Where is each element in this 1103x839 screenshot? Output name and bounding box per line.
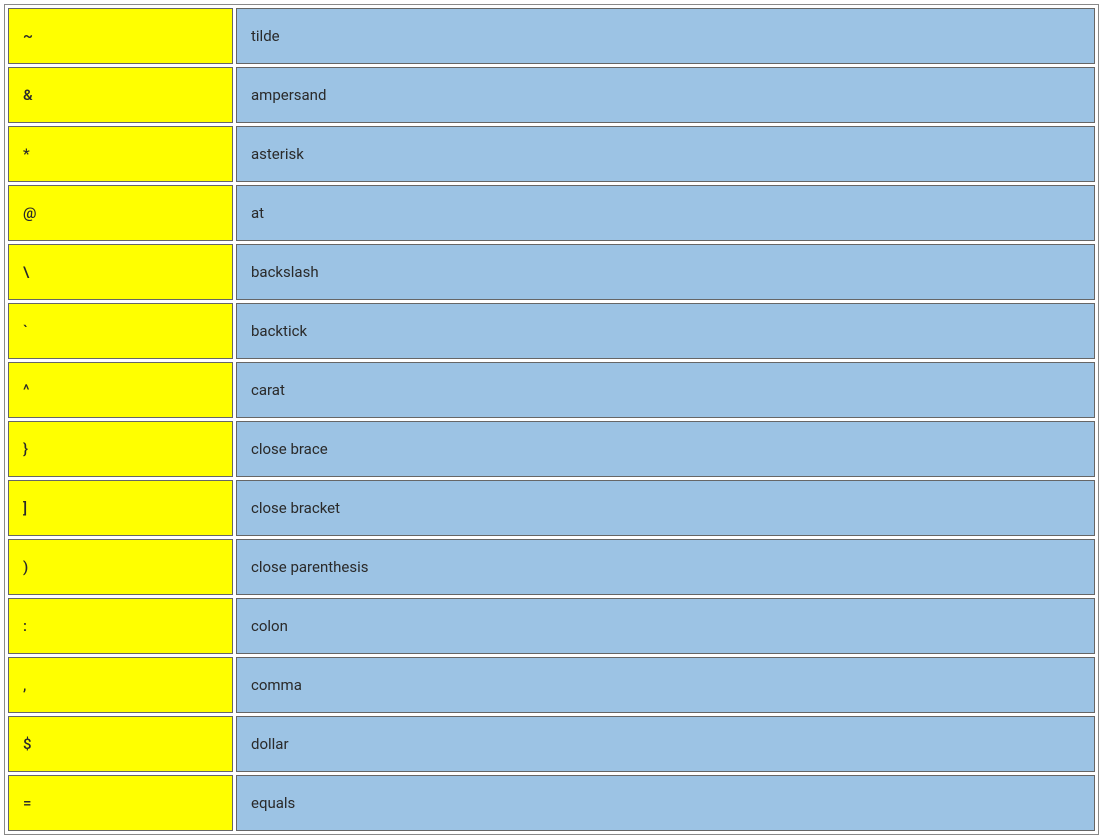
name-cell: backtick xyxy=(236,303,1095,359)
table-body: ~ tilde & ampersand * asterisk @ at \ ba… xyxy=(8,8,1095,831)
table-row: & ampersand xyxy=(8,67,1095,123)
symbol-cell: ) xyxy=(8,539,233,595)
name-cell: carat xyxy=(236,362,1095,418)
table-row: @ at xyxy=(8,185,1095,241)
name-cell: at xyxy=(236,185,1095,241)
symbol-cell: , xyxy=(8,657,233,713)
table-row: $ dollar xyxy=(8,716,1095,772)
name-cell: comma xyxy=(236,657,1095,713)
symbol-cell: ` xyxy=(8,303,233,359)
name-cell: dollar xyxy=(236,716,1095,772)
symbol-cell: ~ xyxy=(8,8,233,64)
name-cell: backslash xyxy=(236,244,1095,300)
symbol-cell: @ xyxy=(8,185,233,241)
name-cell: tilde xyxy=(236,8,1095,64)
symbol-cell: & xyxy=(8,67,233,123)
table-row: = equals xyxy=(8,775,1095,831)
table-row: : colon xyxy=(8,598,1095,654)
table-row: ^ carat xyxy=(8,362,1095,418)
table-row: ) close parenthesis xyxy=(8,539,1095,595)
symbol-cell: ^ xyxy=(8,362,233,418)
symbol-cell: \ xyxy=(8,244,233,300)
name-cell: close bracket xyxy=(236,480,1095,536)
symbol-cell: } xyxy=(8,421,233,477)
symbol-cell: * xyxy=(8,126,233,182)
name-cell: close parenthesis xyxy=(236,539,1095,595)
symbol-cell: = xyxy=(8,775,233,831)
table-row: * asterisk xyxy=(8,126,1095,182)
name-cell: ampersand xyxy=(236,67,1095,123)
name-cell: asterisk xyxy=(236,126,1095,182)
table-row: ` backtick xyxy=(8,303,1095,359)
name-cell: close brace xyxy=(236,421,1095,477)
table-row: ~ tilde xyxy=(8,8,1095,64)
table-row: \ backslash xyxy=(8,244,1095,300)
table-row: , comma xyxy=(8,657,1095,713)
table-row: ] close bracket xyxy=(8,480,1095,536)
name-cell: equals xyxy=(236,775,1095,831)
table-row: } close brace xyxy=(8,421,1095,477)
symbol-cell: $ xyxy=(8,716,233,772)
symbol-reference-table: ~ tilde & ampersand * asterisk @ at \ ba… xyxy=(4,4,1099,835)
name-cell: colon xyxy=(236,598,1095,654)
symbol-cell: ] xyxy=(8,480,233,536)
symbol-cell: : xyxy=(8,598,233,654)
